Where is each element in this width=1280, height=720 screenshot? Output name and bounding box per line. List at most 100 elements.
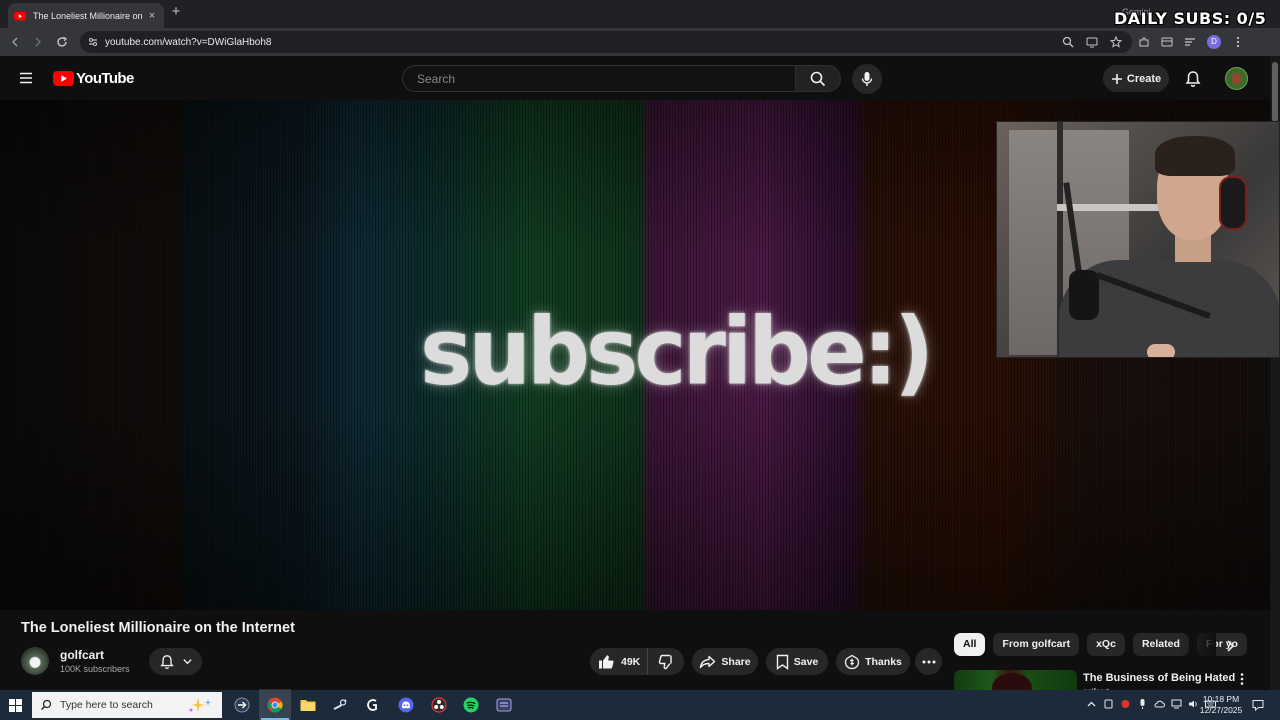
notifications-bell-icon[interactable]	[1184, 70, 1202, 88]
page-scrollbar-thumb[interactable]	[1272, 62, 1278, 122]
url-text[interactable]: youtube.com/watch?v=DWiGlaHboh8	[105, 37, 271, 48]
recommendation-thumbnail[interactable]	[954, 670, 1077, 690]
subscribed-notifications-button[interactable]	[149, 648, 202, 675]
webcam-person-hand	[1147, 344, 1175, 357]
streamer-webcam-overlay	[996, 121, 1280, 358]
save-label: Save	[793, 655, 819, 668]
voice-search-button[interactable]	[852, 64, 882, 94]
clock-time: 10:18 PM	[1202, 694, 1240, 704]
terminal-icon	[496, 698, 512, 712]
more-horizontal-icon	[922, 660, 935, 663]
taskbar-app-file-explorer[interactable]	[298, 695, 318, 715]
g-hub-icon	[367, 699, 377, 711]
chip-all[interactable]: All	[954, 633, 986, 656]
like-button[interactable]: 49K	[590, 648, 648, 675]
taskbar-app-g[interactable]	[363, 695, 383, 715]
share-label: Share	[721, 655, 751, 668]
browser-toolbar: youtube.com/watch?v=DWiGlaHboh8 D	[0, 28, 1280, 56]
more-actions-button[interactable]	[915, 648, 942, 675]
create-button[interactable]: Create	[1103, 65, 1169, 92]
chrome-menu-icon[interactable]	[1232, 36, 1244, 48]
dislike-button[interactable]	[648, 654, 684, 670]
discord-icon	[398, 697, 414, 713]
recommendation-title[interactable]: The Business of Being Hated	[1083, 672, 1235, 684]
more-vertical-icon[interactable]	[1236, 672, 1248, 686]
tab-close-icon[interactable]: ×	[146, 10, 158, 22]
taskbar-clock[interactable]: 10:18 PM 12/27/2025	[1198, 694, 1244, 716]
taskbar-search-box[interactable]: Type here to search	[32, 692, 222, 718]
tray-red-app-icon[interactable]	[1120, 698, 1131, 710]
extensions-icon[interactable]	[1138, 36, 1150, 48]
system-tray	[1086, 698, 1216, 710]
microphone-icon	[861, 72, 873, 86]
taskbar-app-steam[interactable]	[330, 695, 350, 715]
bell-icon	[159, 654, 174, 669]
save-button[interactable]: Save	[766, 648, 828, 675]
share-button[interactable]: Share	[692, 648, 758, 675]
reading-list-icon[interactable]	[1184, 36, 1196, 48]
tray-overflow-chevron-icon[interactable]	[1086, 698, 1097, 710]
taskbar-app-obs[interactable]	[429, 695, 449, 715]
chip-overflow-fade	[1180, 633, 1216, 656]
channel-avatar[interactable]	[21, 647, 49, 675]
search-icon	[41, 699, 52, 710]
microphone-tray-icon[interactable]	[1137, 698, 1148, 710]
taskbar-app-chrome[interactable]	[259, 689, 291, 720]
taskbar-app-arrow[interactable]	[232, 695, 252, 715]
guide-menu-icon[interactable]	[19, 71, 33, 85]
taskbar-app-discord[interactable]	[396, 695, 416, 715]
browser-tab-active[interactable]: The Loneliest Millionaire on the Interne…	[8, 3, 164, 28]
tray-cloud-icon[interactable]	[1154, 698, 1165, 710]
steam-icon	[333, 699, 347, 710]
thanks-label: Thanks	[865, 655, 902, 668]
cast-icon[interactable]	[1086, 36, 1098, 48]
youtube-logo[interactable]: YouTube	[53, 70, 134, 87]
video-title: The Loneliest Millionaire on the Interne…	[21, 620, 295, 636]
channel-name[interactable]: golfcart	[60, 648, 104, 662]
forward-arrow-icon[interactable]	[31, 35, 45, 49]
address-bar[interactable]: youtube.com/watch?v=DWiGlaHboh8	[80, 31, 1132, 53]
search-highlight-icon	[189, 698, 212, 712]
browser-tab-strip: The Loneliest Millionaire on the Interne…	[0, 0, 1280, 28]
search-box[interactable]	[402, 65, 795, 92]
taskbar-app-spotify[interactable]	[461, 695, 481, 715]
create-label: Create	[1126, 72, 1162, 85]
taskbar-search-placeholder: Type here to search	[60, 699, 153, 711]
like-count: 49K	[621, 655, 641, 668]
site-info-icon[interactable]	[87, 36, 99, 48]
thumbs-up-icon	[599, 654, 614, 668]
taskbar-app-terminal[interactable]	[494, 695, 514, 715]
super-thanks-icon	[844, 654, 860, 669]
network-icon[interactable]	[1171, 698, 1182, 710]
youtube-masthead: YouTube Create	[0, 56, 1270, 100]
notification-center-icon[interactable]	[1252, 699, 1264, 711]
new-tab-button[interactable]: +	[169, 4, 183, 19]
windows-start-icon[interactable]	[9, 699, 22, 712]
webcam-headphones	[1219, 176, 1247, 230]
daily-subs-overlay: DAILY SUBS: 0/5	[1114, 9, 1267, 28]
app-arrow-icon	[234, 697, 250, 713]
chevron-right-icon[interactable]	[1222, 638, 1238, 654]
bookmark-star-icon[interactable]	[1110, 36, 1122, 48]
zoom-icon[interactable]	[1062, 36, 1074, 48]
save-bookmark-icon	[776, 654, 788, 670]
tab-title: The Loneliest Millionaire on the Interne…	[33, 10, 142, 21]
youtube-logo-text: YouTube	[76, 70, 134, 87]
windows-taskbar: Type here to search 10:18 PM 12/27/2025	[0, 689, 1280, 720]
chip-xqc[interactable]: xQc	[1087, 633, 1125, 656]
thanks-button[interactable]: Thanks	[836, 648, 910, 675]
profile-avatar[interactable]: D	[1207, 35, 1221, 49]
reload-icon[interactable]	[55, 35, 69, 49]
chip-from-channel[interactable]: From golfcart	[993, 633, 1080, 656]
subscriber-count: 100K subscribers	[60, 664, 130, 674]
back-arrow-icon[interactable]	[8, 35, 22, 49]
account-avatar[interactable]	[1225, 67, 1248, 90]
tab-search-icon[interactable]	[1161, 36, 1173, 48]
tray-app-icon[interactable]	[1103, 698, 1114, 710]
recording-app-icon	[431, 697, 447, 713]
search-input[interactable]	[415, 70, 795, 87]
plus-icon	[1111, 73, 1122, 84]
youtube-logo-icon	[53, 71, 74, 86]
thumbs-down-icon	[658, 654, 672, 669]
search-button[interactable]	[795, 65, 841, 92]
